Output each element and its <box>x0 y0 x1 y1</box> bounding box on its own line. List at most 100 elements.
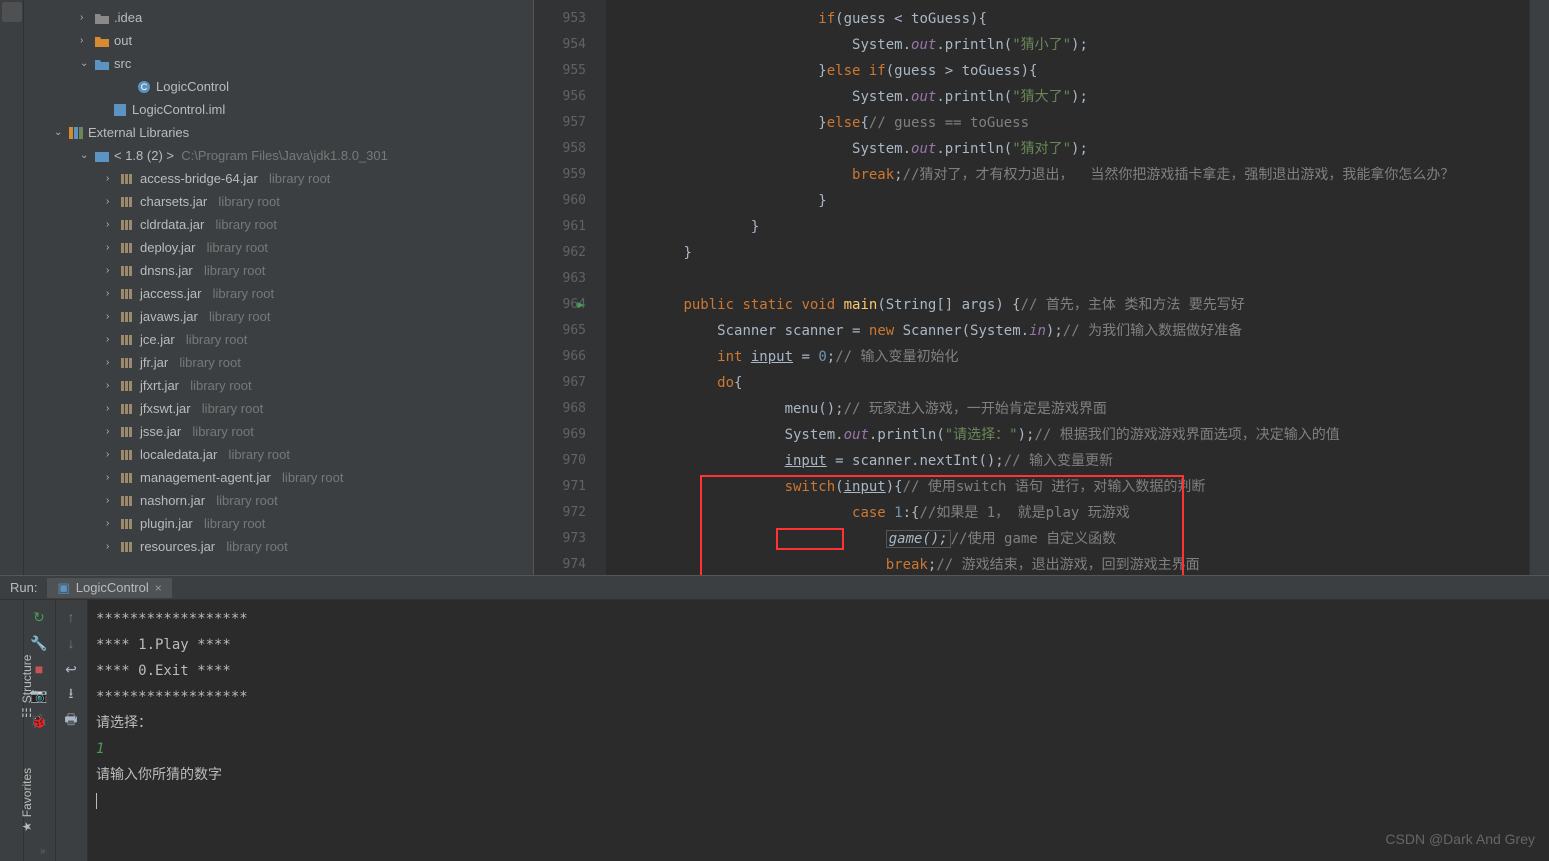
console-line: **** 1.Play **** <box>96 632 1541 658</box>
close-icon[interactable]: × <box>155 581 162 595</box>
jar-icon <box>120 425 136 439</box>
tree-item[interactable]: ›jfr.jar library root <box>24 351 533 374</box>
favorites-tool-button[interactable]: ★ Favorites <box>20 768 34 832</box>
tree-item[interactable]: ›charsets.jar library root <box>24 190 533 213</box>
tree-item[interactable]: ›jaccess.jar library root <box>24 282 533 305</box>
tree-item-label: jfr.jar <box>140 355 168 370</box>
tree-arrow-icon[interactable]: › <box>106 518 118 530</box>
tree-item-label: localedata.jar <box>140 447 217 462</box>
editor-area: 953954955956957958959960961962963964▶965… <box>534 0 1529 575</box>
project-tool-button[interactable] <box>2 2 22 22</box>
console-user-input: 1 <box>96 736 1541 762</box>
tree-item[interactable]: ›access-bridge-64.jar library root <box>24 167 533 190</box>
tree-arrow-icon[interactable]: › <box>106 449 118 461</box>
tree-arrow-icon[interactable]: › <box>106 288 118 300</box>
tree-arrow-icon[interactable]: ⌄ <box>80 58 92 70</box>
code-line: Scanner scanner = new Scanner(System.in)… <box>616 318 1529 344</box>
tree-arrow-icon[interactable]: › <box>106 380 118 392</box>
gutter-line: 966 <box>534 344 586 370</box>
tree-arrow-icon[interactable]: › <box>106 173 118 185</box>
tree-item[interactable]: ⌄src <box>24 52 533 75</box>
tree-arrow-icon[interactable]: › <box>106 242 118 254</box>
jar-icon <box>120 195 136 209</box>
tree-item[interactable]: C LogicControl <box>24 75 533 98</box>
tree-item-label: dnsns.jar <box>140 263 193 278</box>
tree-item[interactable]: ›resources.jar library root <box>24 535 533 558</box>
tree-arrow-icon[interactable]: › <box>106 495 118 507</box>
tree-item-label: javaws.jar <box>140 309 198 324</box>
tree-arrow-icon[interactable]: › <box>106 472 118 484</box>
tree-arrow-icon[interactable]: › <box>106 311 118 323</box>
run-tab-title: LogicControl <box>76 580 149 595</box>
jar-icon <box>120 310 136 324</box>
tree-item[interactable]: ›jce.jar library root <box>24 328 533 351</box>
run-config-icon: ▣ <box>57 580 69 596</box>
tree-item[interactable]: ⌄< 1.8 (2) > C:\Program Files\Java\jdk1.… <box>24 144 533 167</box>
tree-item[interactable]: ›nashorn.jar library root <box>24 489 533 512</box>
tree-item[interactable]: ⌄External Libraries <box>24 121 533 144</box>
jar-icon <box>120 517 136 531</box>
tree-item[interactable]: ›cldrdata.jar library root <box>24 213 533 236</box>
tree-item-label: LogicControl <box>156 79 229 94</box>
tree-item-label: management-agent.jar <box>140 470 271 485</box>
tree-arrow-icon[interactable]: › <box>106 196 118 208</box>
tree-item[interactable]: ›deploy.jar library root <box>24 236 533 259</box>
wrench-icon[interactable]: 🔧 <box>30 634 48 652</box>
project-tree[interactable]: ›.idea›out⌄src C LogicControl LogicControl.… <box>24 0 534 575</box>
left-tool-stripe <box>0 0 24 575</box>
code-line: int input = 0;// 输入变量初始化 <box>616 344 1529 370</box>
tree-item[interactable]: ›javaws.jar library root <box>24 305 533 328</box>
code-line: do{ <box>616 370 1529 396</box>
tree-arrow-icon[interactable]: › <box>106 403 118 415</box>
tree-arrow-icon[interactable]: › <box>106 334 118 346</box>
tree-arrow-icon[interactable]: › <box>80 35 92 47</box>
tree-item-label: jaccess.jar <box>140 286 201 301</box>
gutter-line: 965 <box>534 318 586 344</box>
console-caret-line[interactable] <box>96 788 1541 814</box>
code-line: System.out.println("猜对了"); <box>616 136 1529 162</box>
wrap-icon[interactable]: ↩ <box>62 660 80 678</box>
print-icon[interactable]: 🖶 <box>62 712 80 730</box>
tree-item[interactable]: ›plugin.jar library root <box>24 512 533 535</box>
tree-item-label: jfxrt.jar <box>140 378 179 393</box>
tree-arrow-icon[interactable]: › <box>106 265 118 277</box>
console-output[interactable]: ********************** 1.Play ******** 0… <box>88 600 1549 861</box>
run-tab-active[interactable]: ▣ LogicControl × <box>47 578 171 598</box>
tree-arrow-icon[interactable]: › <box>106 426 118 438</box>
run-gutter-icon[interactable]: ▶ <box>577 292 584 318</box>
tree-item[interactable]: ›dnsns.jar library root <box>24 259 533 282</box>
tree-item[interactable]: ›jfxswt.jar library root <box>24 397 533 420</box>
down-arrow-icon[interactable]: ↓ <box>62 634 80 652</box>
gutter-line: 954 <box>534 32 586 58</box>
tree-item-label: charsets.jar <box>140 194 207 209</box>
scroll-icon[interactable]: ⭳ <box>62 686 80 704</box>
tree-item[interactable]: › localedata.jar library root <box>24 443 533 466</box>
code-line: } <box>616 214 1529 240</box>
gutter-line: 970 <box>534 448 586 474</box>
tree-item[interactable]: ›out <box>24 29 533 52</box>
rerun-icon[interactable]: ↻ <box>30 608 48 626</box>
code-line: input = scanner.nextInt();// 输入变量更新 <box>616 448 1529 474</box>
tree-arrow-icon[interactable]: › <box>106 219 118 231</box>
jar-icon <box>120 448 136 462</box>
tree-arrow-icon[interactable]: › <box>106 357 118 369</box>
structure-tool-button[interactable]: ☷ Structure <box>20 655 34 718</box>
gutter-line: 971 <box>534 474 586 500</box>
tree-item[interactable]: ›.idea <box>24 6 533 29</box>
class-icon: C <box>136 80 152 94</box>
jar-icon <box>120 241 136 255</box>
tree-item[interactable]: › jfxrt.jar library root <box>24 374 533 397</box>
tree-item-hint: library root <box>183 378 252 393</box>
tree-arrow-icon[interactable]: › <box>106 541 118 553</box>
tree-arrow-icon[interactable]: ⌄ <box>80 150 92 162</box>
up-arrow-icon[interactable]: ↑ <box>62 608 80 626</box>
tree-item-hint: library root <box>221 447 290 462</box>
tree-item[interactable]: ›management-agent.jar library root <box>24 466 533 489</box>
tree-arrow-icon[interactable]: ⌄ <box>54 127 66 139</box>
tree-item[interactable]: ›jsse.jar library root <box>24 420 533 443</box>
code-area[interactable]: if(guess < toGuess){ System.out.println(… <box>606 0 1529 575</box>
gutter-line: 960 <box>534 188 586 214</box>
code-line: }else if(guess > toGuess){ <box>616 58 1529 84</box>
tree-item[interactable]: LogicControl.iml <box>24 98 533 121</box>
tree-arrow-icon[interactable]: › <box>80 12 92 24</box>
